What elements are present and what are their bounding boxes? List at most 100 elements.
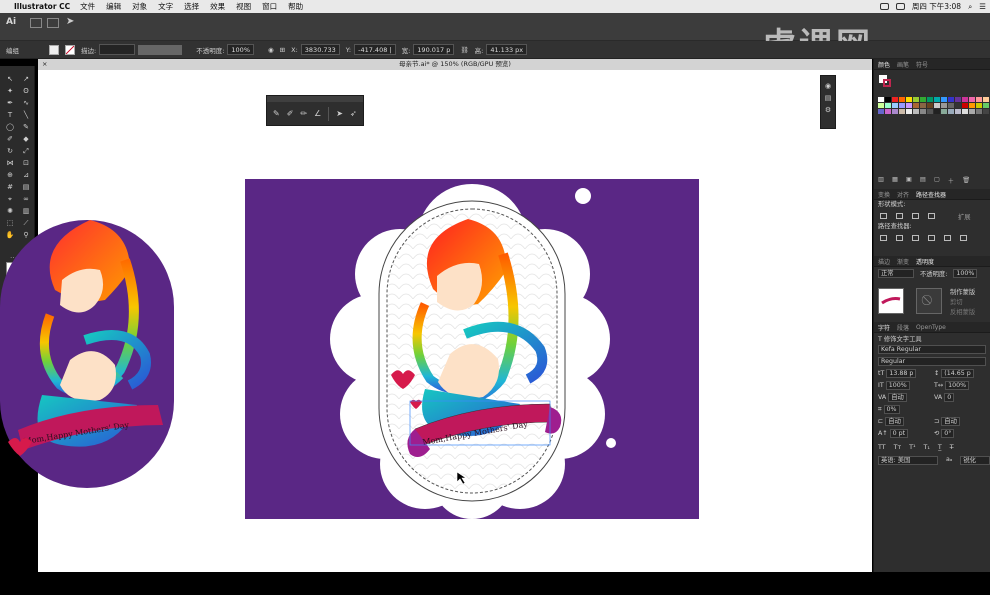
vertical-scale-field[interactable]: 100%	[885, 381, 910, 390]
workspace-icon[interactable]	[30, 18, 42, 28]
crop-icon[interactable]	[928, 235, 935, 241]
intersect-icon[interactable]	[912, 213, 919, 219]
magic-wand-tool-icon[interactable]: ✦	[3, 86, 17, 97]
type-tool-icon[interactable]: T	[3, 110, 17, 121]
aki-right-field[interactable]: 自动	[941, 417, 960, 426]
menubar-clock[interactable]: 周四 下午3:08	[912, 1, 961, 12]
shaper-tool-icon[interactable]: ✐	[3, 134, 17, 145]
swatch[interactable]	[892, 97, 898, 102]
swatch[interactable]	[941, 103, 947, 108]
tab-color[interactable]: 颜色	[878, 60, 890, 69]
curvature-tool-icon[interactable]: ∿	[19, 98, 33, 109]
swatch[interactable]	[913, 97, 919, 102]
swatch[interactable]	[983, 97, 989, 102]
fill-stroke-mini[interactable]	[879, 75, 891, 87]
notification-icon[interactable]: ☰	[979, 2, 986, 11]
menu-file[interactable]: 文件	[80, 1, 95, 12]
rotate-tool-icon[interactable]: ↻	[3, 146, 17, 157]
swatch[interactable]	[941, 97, 947, 102]
swatch[interactable]	[892, 103, 898, 108]
links-panel-icon[interactable]: ⚙	[825, 106, 831, 114]
swatch[interactable]	[906, 109, 912, 114]
menu-help[interactable]: 帮助	[288, 1, 303, 12]
app-name-menu[interactable]: Illustrator CC	[14, 2, 70, 11]
recolor-icon[interactable]: ◉	[268, 46, 274, 54]
swatch[interactable]	[969, 109, 975, 114]
ellipse-tool-icon[interactable]: ◯	[3, 122, 17, 133]
canvas[interactable]: Mom,Happy Mothers' Day Mom,Happy Mothers…	[0, 70, 872, 572]
swatch[interactable]	[885, 109, 891, 114]
underline-icon[interactable]: T̲	[938, 444, 942, 451]
swatch[interactable]	[976, 103, 982, 108]
menu-object[interactable]: 对象	[132, 1, 147, 12]
swatch[interactable]	[885, 103, 891, 108]
swatch[interactable]	[899, 103, 905, 108]
wifi-icon[interactable]	[879, 3, 889, 10]
swatch[interactable]	[934, 97, 940, 102]
minus-front-icon[interactable]	[896, 213, 903, 219]
swatch[interactable]	[941, 109, 947, 114]
tab-transparency[interactable]: 透明度	[916, 257, 934, 266]
menu-type[interactable]: 文字	[158, 1, 173, 12]
tab-symbols[interactable]: 符号	[916, 60, 928, 69]
blend-tool-icon[interactable]: ∞	[19, 194, 33, 205]
swatch[interactable]	[906, 97, 912, 102]
swatch[interactable]	[976, 109, 982, 114]
mesh-tool-icon[interactable]: #	[3, 182, 17, 193]
eraser-tool-icon[interactable]: ◆	[19, 134, 33, 145]
font-style-select[interactable]: Regular	[878, 357, 986, 366]
perspective-tool-icon[interactable]: ⊿	[19, 170, 33, 181]
swatch[interactable]	[920, 103, 926, 108]
minus-back-icon[interactable]	[960, 235, 967, 241]
swatch[interactable]	[878, 109, 884, 114]
fill-swatch[interactable]	[49, 44, 59, 55]
swatch[interactable]	[878, 97, 884, 102]
swatch[interactable]	[913, 103, 919, 108]
invert-mask-checkbox[interactable]: 反相蒙版	[950, 308, 975, 318]
swatch[interactable]	[878, 103, 884, 108]
outline-icon[interactable]	[944, 235, 951, 241]
subscript-icon[interactable]: T₁	[923, 444, 929, 451]
horizontal-scale-field[interactable]: 100%	[945, 381, 970, 390]
tab-stroke[interactable]: 描边	[878, 257, 890, 266]
layers-panel-icon[interactable]: ▤	[825, 94, 832, 102]
swatch[interactable]	[969, 97, 975, 102]
language-select[interactable]: 英语: 美国	[878, 456, 938, 465]
width-field[interactable]: 190.017 p	[413, 44, 455, 55]
tsume-field[interactable]: 0%	[883, 405, 900, 414]
pen-tool-icon[interactable]: ✒	[3, 98, 17, 109]
stroke-weight-field[interactable]	[99, 44, 136, 55]
x-field[interactable]: 3830.733	[300, 44, 340, 55]
small-caps-icon[interactable]: Tт	[894, 444, 902, 451]
swatch-options-icon[interactable]: ▣	[906, 176, 912, 185]
arrange-icon[interactable]	[47, 18, 59, 28]
antialias-select[interactable]: 锐化	[960, 456, 990, 465]
swatch[interactable]	[927, 103, 933, 108]
tab-paragraph[interactable]: 段落	[897, 323, 909, 332]
swatch[interactable]	[885, 97, 891, 102]
path-eraser-tool-icon[interactable]: ✏	[300, 109, 307, 121]
eyedropper-tool-icon[interactable]: ⌖	[3, 194, 17, 205]
swatch[interactable]	[955, 109, 961, 114]
swatch[interactable]	[906, 103, 912, 108]
merge-icon[interactable]	[912, 235, 919, 241]
send-icon[interactable]: ➤	[66, 16, 74, 27]
swatch[interactable]	[983, 109, 989, 114]
char-rotation-field[interactable]: 0°	[941, 429, 955, 438]
swatch[interactable]	[955, 97, 961, 102]
align-icon[interactable]: ⊞	[280, 46, 285, 54]
swatch[interactable]	[976, 97, 982, 102]
all-caps-icon[interactable]: TT	[878, 444, 886, 451]
swatch[interactable]	[927, 97, 933, 102]
exclude-icon[interactable]	[928, 213, 935, 219]
divide-icon[interactable]	[880, 235, 887, 241]
swatch[interactable]	[892, 109, 898, 114]
swatch[interactable]	[920, 109, 926, 114]
swatch[interactable]	[920, 97, 926, 102]
gradient-tool-icon[interactable]: ▤	[19, 182, 33, 193]
swatch[interactable]	[955, 103, 961, 108]
join-tool-icon[interactable]: ∠	[314, 109, 321, 121]
menu-view[interactable]: 视图	[236, 1, 251, 12]
battery-icon[interactable]	[895, 3, 905, 10]
width-tool-icon[interactable]: ⋈	[3, 158, 17, 169]
